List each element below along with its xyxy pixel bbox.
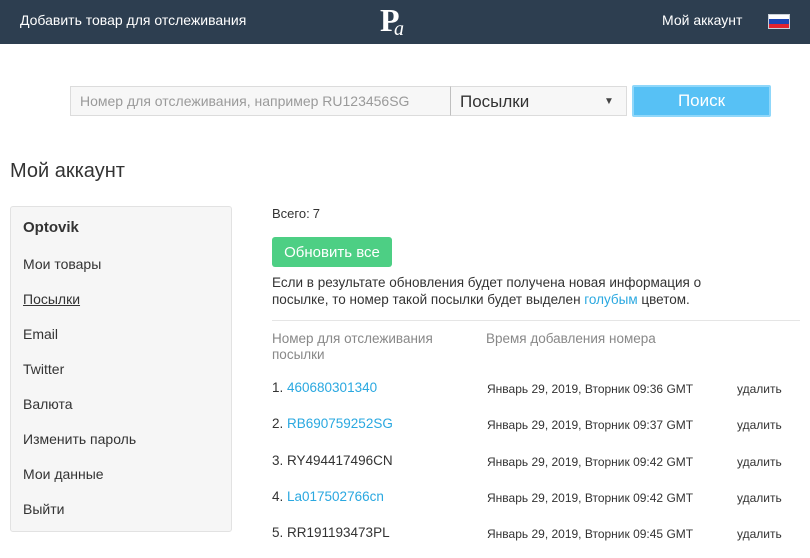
total-label: Всего: (272, 206, 310, 221)
row-number: 2. (272, 416, 284, 431)
site-logo[interactable]: P a (378, 1, 414, 41)
tracking-number-link[interactable]: RR191193473PL (287, 525, 390, 540)
column-header-tracking: Номер для отслеживания посылки (272, 331, 433, 362)
added-date: Январь 29, 2019, Вторник 09:42 GMT (487, 455, 694, 469)
row-number: 1. (272, 380, 284, 395)
sidebar-item-logout[interactable]: Выйти (23, 501, 64, 517)
column-header-date: Время добавления номера (486, 331, 656, 346)
delete-link[interactable]: удалить (737, 455, 782, 469)
flag-stripe-red (769, 23, 789, 28)
tracking-number-link[interactable]: RB690759252SG (287, 416, 393, 431)
tracking-number-link[interactable]: 460680301340 (287, 380, 377, 395)
parcel-type-value: Посылки (460, 92, 530, 111)
note-highlight: голубым (584, 292, 638, 307)
total-value: 7 (312, 206, 320, 221)
update-note: Если в результате обновления будет получ… (272, 274, 752, 308)
table-row: 3. RY494417496CN Январь 29, 2019, Вторни… (272, 453, 800, 477)
account-sidebar: Optovik Мои товары Посылки Email Twitter… (10, 206, 232, 532)
delete-link[interactable]: удалить (737, 418, 782, 432)
sidebar-item-my-data[interactable]: Мои данные (23, 466, 104, 482)
user-name: Optovik (23, 219, 79, 236)
sidebar-item-my-goods[interactable]: Мои товары (23, 256, 101, 272)
sidebar-item-email[interactable]: Email (23, 326, 58, 342)
table-row: 1. 460680301340 Январь 29, 2019, Вторник… (272, 380, 800, 404)
added-date: Январь 29, 2019, Вторник 09:42 GMT (487, 491, 694, 505)
added-date: Январь 29, 2019, Вторник 09:37 GMT (487, 418, 694, 432)
delete-link[interactable]: удалить (737, 527, 782, 541)
account-link[interactable]: Мой аккаунт (662, 12, 742, 28)
tracking-number-link[interactable]: La017502766cn (287, 489, 384, 504)
refresh-all-button[interactable]: Обновить все (272, 237, 392, 267)
search-button[interactable]: Поиск (632, 85, 771, 117)
delete-link[interactable]: удалить (737, 491, 782, 505)
svg-text:a: a (394, 18, 404, 40)
row-number: 4. (272, 489, 284, 504)
tracking-number-link[interactable]: RY494417496CN (287, 453, 393, 468)
table-divider (272, 320, 800, 321)
russia-flag-icon[interactable] (768, 14, 790, 29)
row-number: 5. (272, 525, 284, 540)
sidebar-item-change-password[interactable]: Изменить пароль (23, 431, 136, 447)
note-text-end: цветом. (637, 292, 690, 307)
tracking-search-input[interactable] (70, 86, 450, 116)
sidebar-item-twitter[interactable]: Twitter (23, 361, 64, 377)
delete-link[interactable]: удалить (737, 382, 782, 396)
added-date: Январь 29, 2019, Вторник 09:45 GMT (487, 527, 694, 541)
total-count: Всего: 7 (272, 206, 320, 221)
dropdown-arrow-icon: ▼ (604, 96, 614, 107)
add-item-link[interactable]: Добавить товар для отслеживания (20, 12, 246, 28)
parcel-type-select[interactable]: Посылки ▼ (450, 86, 627, 116)
row-number: 3. (272, 453, 284, 468)
page-title: Мой аккаунт (10, 160, 125, 182)
table-row: 5. RR191193473PL Январь 29, 2019, Вторни… (272, 525, 800, 549)
table-row: 2. RB690759252SG Январь 29, 2019, Вторни… (272, 416, 800, 440)
table-row: 4. La017502766cn Январь 29, 2019, Вторни… (272, 489, 800, 513)
sidebar-item-currency[interactable]: Валюта (23, 396, 73, 412)
top-bar: Добавить товар для отслеживания P a Мой … (0, 0, 810, 44)
added-date: Январь 29, 2019, Вторник 09:36 GMT (487, 382, 694, 396)
sidebar-item-parcels[interactable]: Посылки (23, 291, 80, 307)
